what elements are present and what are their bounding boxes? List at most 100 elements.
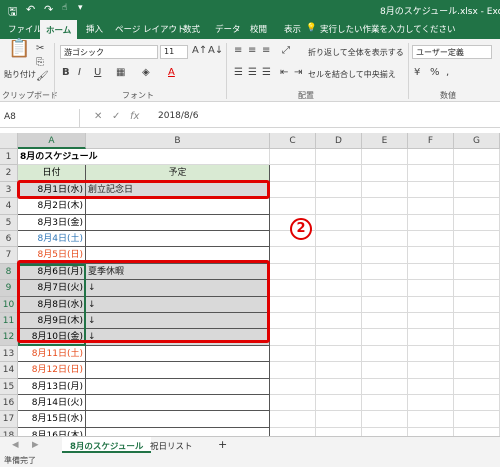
tell-me-box[interactable]: 実行したい作業を入力してください [320,23,456,35]
cell-empty[interactable] [270,198,316,215]
fill-color-icon[interactable]: ◈ [142,67,150,79]
wrap-text-button[interactable]: 折り返して全体を表示する [308,47,404,58]
underline-button[interactable]: U [94,67,101,79]
cell-empty[interactable] [408,313,454,330]
cell-empty[interactable] [270,345,316,363]
cell-empty[interactable] [270,296,316,313]
cell-date[interactable]: 8月15日(水) [18,411,86,428]
cut-icon[interactable]: ✂ [36,43,44,55]
cell-schedule[interactable] [86,231,270,248]
cell-empty[interactable] [316,378,362,395]
cell-empty[interactable] [362,165,408,182]
cell-empty[interactable] [454,329,500,346]
align-top-icon[interactable]: ≡ [234,45,242,57]
cell-empty[interactable] [454,395,500,412]
enter-icon[interactable]: ✓ [112,111,120,122]
row-header[interactable]: 2 [0,165,18,182]
column-header-d[interactable]: D [316,133,362,149]
decrease-font-icon[interactable]: A↓ [208,45,223,57]
column-header-e[interactable]: E [362,133,408,149]
cell-empty[interactable] [454,362,500,379]
copy-icon[interactable]: ⎘ [36,57,44,69]
cell-empty[interactable] [362,395,408,412]
cell-empty[interactable] [316,149,362,166]
cell-empty[interactable] [316,329,362,346]
column-header-f[interactable]: F [408,133,454,149]
cell-empty[interactable] [454,231,500,248]
borders-icon[interactable]: ▦ [116,67,125,79]
row-header[interactable]: 1 [0,149,18,166]
font-size-dropdown[interactable]: 11 [160,45,188,59]
cell-empty[interactable] [362,411,408,428]
customize-qat-icon[interactable]: ▾ [78,3,83,13]
increase-font-icon[interactable]: A↑ [192,45,207,57]
cell-empty[interactable] [454,214,500,231]
sheet-tab-august[interactable]: 8月のスケジュール [62,437,152,453]
cell-empty[interactable] [362,329,408,346]
row-header[interactable]: 10 [0,296,18,313]
row-header[interactable]: 11 [0,313,18,330]
cell-empty[interactable] [454,411,500,428]
tab-file[interactable]: ファイル [8,23,42,35]
tab-page-layout[interactable]: ページ レイアウト [115,23,186,35]
cell-empty[interactable] [316,362,362,379]
cell-empty[interactable] [408,263,454,281]
row-header[interactable]: 7 [0,247,18,264]
cell-empty[interactable] [362,198,408,215]
cell-empty[interactable] [408,411,454,428]
cell-empty[interactable] [408,280,454,297]
cell-empty[interactable] [454,296,500,313]
orientation-icon[interactable]: ⤢ [282,45,290,57]
indent-increase-icon[interactable]: ⇥ [294,67,302,79]
cell-date[interactable]: 8月2日(木) [18,198,86,215]
italic-button[interactable]: I [78,67,81,79]
cell-empty[interactable] [454,181,500,199]
cell-empty[interactable] [408,378,454,395]
cell-empty[interactable] [270,329,316,346]
paste-label[interactable]: 貼り付け [4,69,36,80]
cell-empty[interactable] [270,247,316,264]
font-name-dropdown[interactable]: 游ゴシック [60,45,158,59]
cell-empty[interactable] [316,345,362,363]
bold-button[interactable]: B [62,67,70,79]
name-box[interactable]: A8 [0,109,80,127]
cell-empty[interactable] [362,296,408,313]
cell-empty[interactable] [270,313,316,330]
cell-empty[interactable] [316,247,362,264]
cell-empty[interactable] [408,149,454,166]
cell-date[interactable]: 8月12日(日) [18,362,86,379]
cell-empty[interactable] [316,165,362,182]
cell-empty[interactable] [270,263,316,281]
cell-date[interactable]: 8月4日(土) [18,231,86,248]
column-header-g[interactable]: G [454,133,500,149]
cell-empty[interactable] [362,345,408,363]
tab-insert[interactable]: 挿入 [86,23,103,35]
cell-empty[interactable] [270,395,316,412]
tab-home[interactable]: ホーム [40,20,78,39]
cell-schedule[interactable] [86,149,270,166]
align-bottom-icon[interactable]: ≡ [262,45,270,57]
currency-icon[interactable]: ¥ [414,67,420,79]
cell-empty[interactable] [408,247,454,264]
cell-empty[interactable] [316,280,362,297]
touch-mode-icon[interactable]: ☝ [62,3,67,13]
cell-empty[interactable] [362,362,408,379]
cell-empty[interactable] [408,181,454,199]
cell-empty[interactable] [270,149,316,166]
cell-empty[interactable] [362,313,408,330]
cell-empty[interactable] [362,280,408,297]
column-header-c[interactable]: C [270,133,316,149]
cell-schedule[interactable] [86,378,270,395]
percent-icon[interactable]: % [430,67,440,79]
select-all-corner[interactable] [0,133,18,149]
row-header[interactable]: 9 [0,280,18,297]
align-left-icon[interactable]: ☰ [234,67,243,79]
cancel-icon[interactable]: ✕ [94,111,102,122]
row-header[interactable]: 12 [0,329,18,346]
cell-schedule[interactable] [86,198,270,215]
tab-view[interactable]: 表示 [284,23,301,35]
row-header[interactable]: 8 [0,263,18,281]
cell-empty[interactable] [270,411,316,428]
number-format-dropdown[interactable]: ユーザー定義 [412,45,492,59]
add-sheet-button[interactable]: + [210,437,235,453]
